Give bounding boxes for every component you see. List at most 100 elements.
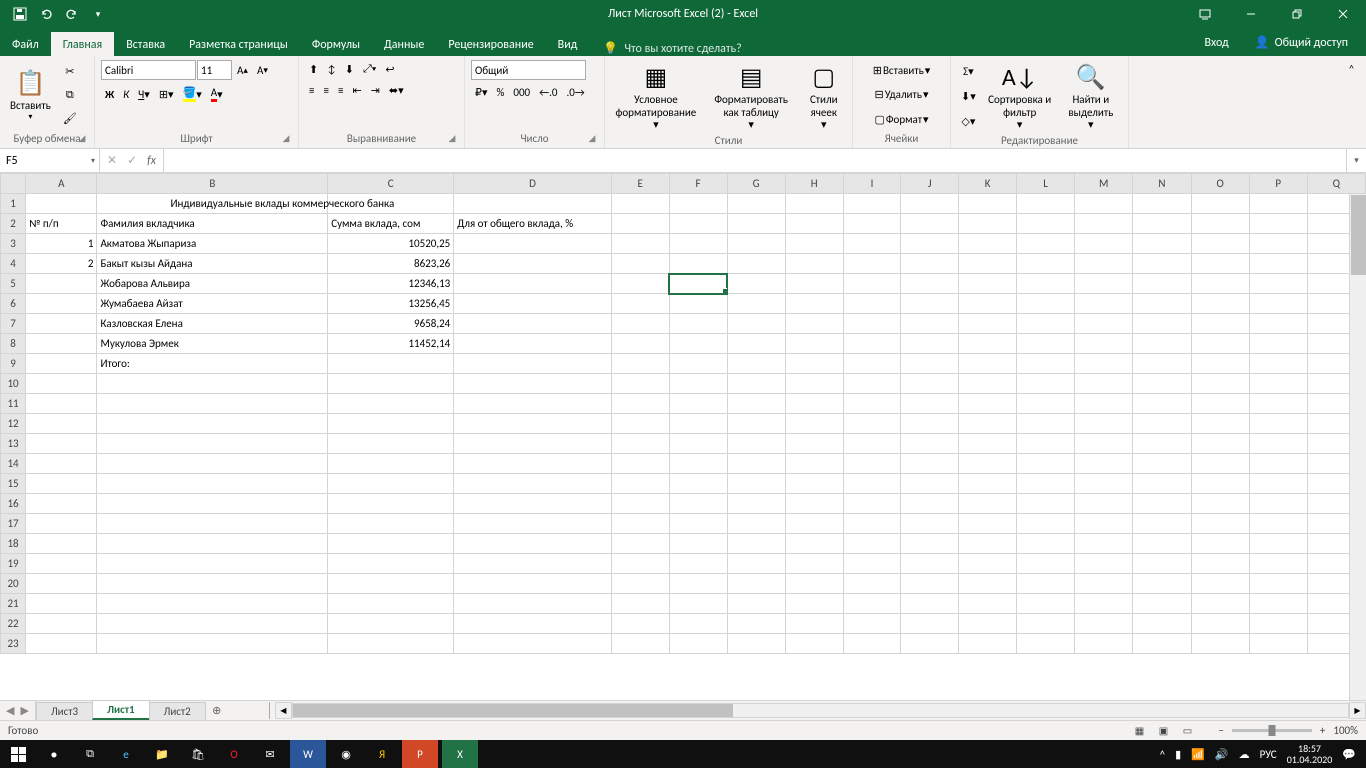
font-name-select[interactable] [101, 60, 196, 80]
undo-icon[interactable] [34, 2, 58, 26]
cell[interactable] [328, 594, 454, 614]
cell[interactable] [901, 554, 959, 574]
cell[interactable] [26, 554, 97, 574]
cell[interactable] [727, 274, 785, 294]
opera-icon[interactable]: O [216, 740, 252, 768]
cell[interactable] [843, 234, 901, 254]
cell[interactable] [611, 234, 669, 254]
yandex-icon[interactable]: ● [36, 740, 72, 768]
cell[interactable] [843, 394, 901, 414]
insert-cells-button[interactable]: ⊞Вставить▾ [859, 62, 944, 79]
normal-view-icon[interactable]: ▦ [1128, 723, 1150, 739]
cell[interactable] [843, 274, 901, 294]
cell[interactable] [959, 274, 1017, 294]
cell[interactable] [1133, 634, 1191, 654]
cell[interactable] [26, 634, 97, 654]
cell[interactable] [959, 354, 1017, 374]
cell[interactable]: Бакыт кызы Айдана [97, 254, 328, 274]
cell[interactable] [1249, 374, 1307, 394]
cell[interactable] [26, 294, 97, 314]
cell[interactable] [611, 374, 669, 394]
cell[interactable] [1249, 574, 1307, 594]
row-header[interactable]: 3 [1, 234, 26, 254]
row-header[interactable]: 5 [1, 274, 26, 294]
cell[interactable] [611, 334, 669, 354]
cell[interactable] [959, 454, 1017, 474]
cell[interactable] [611, 434, 669, 454]
clear-icon[interactable]: ◇▾ [957, 113, 980, 130]
cell[interactable] [1191, 234, 1249, 254]
save-icon[interactable] [8, 2, 32, 26]
cell[interactable]: 8623,26 [328, 254, 454, 274]
cell[interactable] [1191, 254, 1249, 274]
cell[interactable] [1074, 274, 1132, 294]
cell[interactable] [1191, 634, 1249, 654]
formula-input[interactable] [164, 149, 1346, 172]
cancel-formula-icon[interactable]: ✕ [104, 153, 120, 168]
yandex-browser-icon[interactable]: Я [364, 740, 400, 768]
cell[interactable] [1017, 514, 1075, 534]
cell[interactable] [97, 554, 328, 574]
enter-formula-icon[interactable]: ✓ [124, 153, 140, 168]
row-header[interactable]: 13 [1, 434, 26, 454]
cell[interactable] [1133, 274, 1191, 294]
cell[interactable] [727, 234, 785, 254]
cell[interactable] [328, 414, 454, 434]
cell[interactable] [328, 454, 454, 474]
cell[interactable] [454, 574, 611, 594]
cell[interactable] [959, 334, 1017, 354]
cell[interactable] [454, 554, 611, 574]
horizontal-scrollbar[interactable] [292, 703, 1349, 718]
cell[interactable] [454, 314, 611, 334]
row-header[interactable]: 11 [1, 394, 26, 414]
cell[interactable] [1249, 394, 1307, 414]
cell[interactable] [727, 214, 785, 234]
cell[interactable] [1249, 194, 1307, 214]
cell[interactable] [1133, 354, 1191, 374]
cell[interactable] [26, 194, 97, 214]
cell[interactable] [26, 274, 97, 294]
cell[interactable] [26, 534, 97, 554]
cell[interactable] [959, 534, 1017, 554]
cell[interactable] [611, 194, 669, 214]
cell[interactable] [1249, 554, 1307, 574]
powerpoint-icon[interactable]: P [402, 740, 438, 768]
cell[interactable] [727, 394, 785, 414]
collapse-ribbon-icon[interactable]: ^ [1345, 60, 1358, 77]
cell[interactable] [901, 314, 959, 334]
cell[interactable]: 11452,14 [328, 334, 454, 354]
sheet-nav-prev-icon[interactable]: ◀ [6, 704, 14, 717]
cell[interactable] [843, 354, 901, 374]
cell[interactable] [1017, 354, 1075, 374]
cell[interactable] [611, 554, 669, 574]
wifi-icon[interactable]: 📶 [1191, 748, 1205, 761]
cell[interactable] [901, 254, 959, 274]
increase-indent-icon[interactable]: ⇥ [367, 82, 384, 99]
cell[interactable] [669, 434, 727, 454]
cell[interactable]: 2 [26, 254, 97, 274]
cell[interactable] [1133, 194, 1191, 214]
cell[interactable] [785, 314, 843, 334]
row-header[interactable]: 19 [1, 554, 26, 574]
close-button[interactable] [1320, 0, 1366, 28]
percent-format-icon[interactable]: % [493, 84, 509, 101]
cell[interactable] [1074, 614, 1132, 634]
cell[interactable] [843, 534, 901, 554]
edge-icon[interactable]: e [108, 740, 144, 768]
cell[interactable] [785, 554, 843, 574]
cell[interactable] [785, 334, 843, 354]
cell[interactable] [1133, 514, 1191, 534]
language-indicator[interactable]: РУС [1260, 748, 1277, 761]
cell[interactable] [97, 634, 328, 654]
column-header[interactable]: Q [1307, 174, 1365, 194]
cell[interactable] [1191, 574, 1249, 594]
cell[interactable] [328, 634, 454, 654]
cell[interactable]: Акматова Жыпариза [97, 234, 328, 254]
cell[interactable] [727, 634, 785, 654]
column-header[interactable]: J [901, 174, 959, 194]
align-bottom-icon[interactable]: ⬇ [341, 61, 358, 78]
cell[interactable] [611, 214, 669, 234]
cell[interactable] [1249, 234, 1307, 254]
cell[interactable] [843, 594, 901, 614]
cell[interactable] [1074, 554, 1132, 574]
